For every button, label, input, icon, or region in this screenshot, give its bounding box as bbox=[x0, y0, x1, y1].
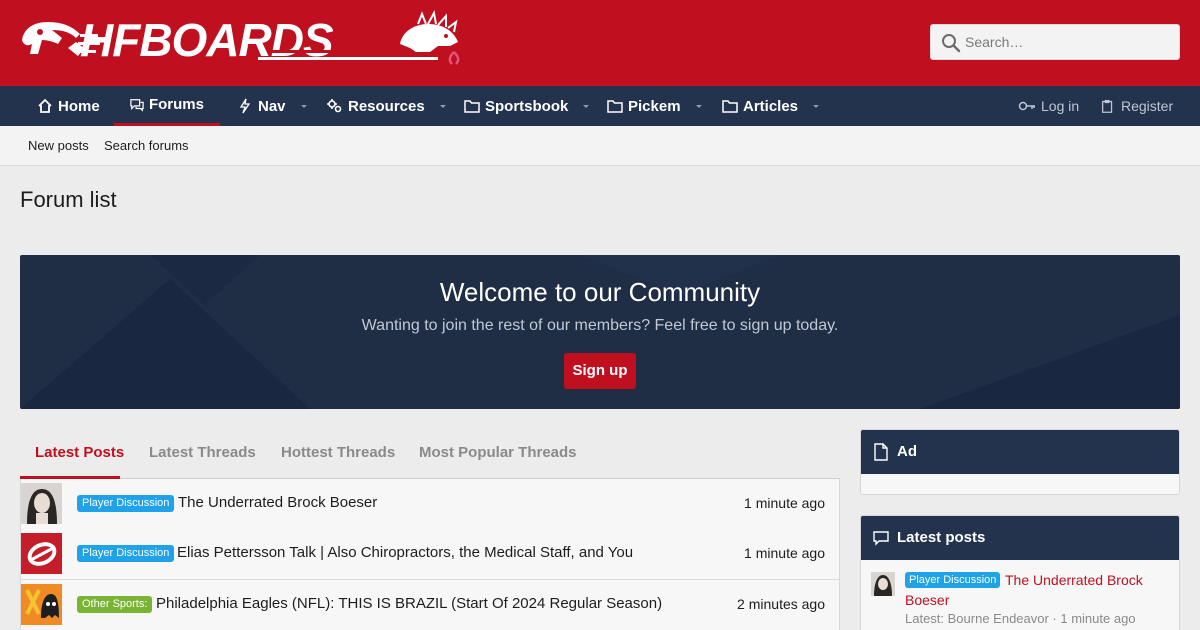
login-label: Log in bbox=[1041, 98, 1080, 114]
chevron-down-icon bbox=[695, 105, 702, 108]
list-item[interactable]: Player Discussion The Underrated Brock B… bbox=[21, 479, 839, 530]
nav-sportsbook[interactable]: Sportsbook bbox=[464, 86, 590, 126]
bolt-icon bbox=[239, 98, 251, 114]
register-label: Register bbox=[1121, 98, 1174, 114]
thread-title-link[interactable]: The Underrated Brock Boeser bbox=[178, 494, 377, 511]
nav-nav[interactable]: Nav bbox=[237, 86, 308, 126]
latest-posts-widget: Latest posts Player Discussion The Under… bbox=[860, 515, 1180, 630]
welcome-banner: Welcome to our Community Wanting to join… bbox=[20, 255, 1180, 409]
search-box[interactable] bbox=[930, 24, 1180, 60]
folder-icon bbox=[722, 100, 738, 113]
nav-resources-label: Resources bbox=[348, 97, 425, 115]
prefix-label[interactable]: Player Discussion bbox=[77, 545, 175, 562]
home-icon bbox=[38, 98, 52, 113]
ad-block-header: Ad bbox=[861, 430, 1179, 474]
welcome-title: Welcome to our Community bbox=[439, 277, 761, 307]
tab-latest-posts[interactable]: Latest Posts bbox=[35, 444, 124, 461]
chevron-down-icon bbox=[300, 105, 307, 108]
latest-post-meta: Latest: Bourne Endeavor · 1 minute ago bbox=[905, 611, 1136, 626]
thread-title-link[interactable]: The Underrated Brock Boeser bbox=[905, 570, 1165, 610]
tab-latest-threads[interactable]: Latest Threads bbox=[149, 444, 256, 461]
folder-icon bbox=[464, 100, 480, 113]
avatar[interactable] bbox=[21, 483, 62, 524]
post-time[interactable]: 1 minute ago bbox=[744, 495, 825, 511]
latest-posts-list: Player Discussion The Underrated Brock B… bbox=[20, 479, 840, 630]
thread-title-link[interactable]: Elias Pettersson Talk | Also Chiropracto… bbox=[177, 544, 633, 561]
post-tabs: Latest Posts Latest Threads Hottest Thre… bbox=[20, 430, 840, 479]
post-time[interactable]: 1 minute ago bbox=[744, 545, 825, 561]
chevron-down-icon bbox=[583, 105, 590, 108]
page-title: Forum list bbox=[20, 187, 117, 212]
nav-home-label: Home bbox=[58, 97, 100, 115]
list-item[interactable]: Other Sports: Philadelphia Eagles (NFL):… bbox=[21, 580, 839, 630]
tab-most-popular-threads[interactable]: Most Popular Threads bbox=[419, 444, 577, 461]
welcome-subtitle: Wanting to join the rest of our members?… bbox=[361, 317, 839, 334]
avatar[interactable] bbox=[21, 584, 62, 625]
tab-hottest-threads[interactable]: Hottest Threads bbox=[281, 444, 395, 461]
prefix-label[interactable]: Player Discussion bbox=[77, 495, 175, 512]
nav-resources[interactable]: Resources bbox=[327, 86, 447, 126]
comment-icon bbox=[873, 531, 889, 546]
nav-sportsbook-label: Sportsbook bbox=[485, 97, 569, 115]
comments-icon bbox=[130, 98, 144, 112]
nav-forums-label: Forums bbox=[148, 96, 204, 113]
nav-pickem-label: Pickem bbox=[628, 97, 681, 115]
sign-up-button[interactable]: Sign up bbox=[564, 353, 636, 389]
avatar[interactable] bbox=[871, 572, 895, 596]
login-link[interactable]: Log in bbox=[1018, 86, 1079, 126]
new-posts-link[interactable]: New posts bbox=[28, 138, 89, 153]
prefix-label[interactable]: Other Sports: bbox=[77, 596, 153, 613]
nav-pickem[interactable]: Pickem bbox=[607, 86, 703, 126]
post-time[interactable]: 2 minutes ago bbox=[737, 596, 825, 612]
nav-articles-label: Articles bbox=[743, 97, 799, 115]
avatar[interactable] bbox=[21, 533, 62, 574]
register-link[interactable]: Register bbox=[1100, 86, 1173, 126]
ad-block: Ad bbox=[860, 429, 1180, 495]
nav-articles[interactable]: Articles bbox=[722, 86, 820, 126]
cogs-icon bbox=[327, 99, 342, 113]
hfboards-logo[interactable]: HFBOARDS bbox=[18, 10, 463, 68]
site-header: HFBOARDS bbox=[0, 0, 1200, 86]
ad-block-title: Ad bbox=[897, 443, 917, 460]
chevron-down-icon bbox=[813, 105, 820, 108]
latest-posts-widget-title: Latest posts bbox=[897, 529, 986, 546]
sub-nav: New posts Search forums bbox=[0, 126, 1200, 166]
nav-nav-label: Nav bbox=[258, 97, 286, 115]
search-forums-link[interactable]: Search forums bbox=[104, 138, 189, 153]
main-nav: Home Forums Nav Resources Sportsbook Pic… bbox=[0, 86, 1200, 126]
search-icon bbox=[942, 34, 961, 53]
key-icon bbox=[1018, 101, 1035, 111]
thread-title-link[interactable]: Philadelphia Eagles (NFL): THIS IS BRAZI… bbox=[156, 595, 662, 612]
clipboard-icon bbox=[1102, 100, 1113, 113]
latest-posts-widget-header: Latest posts bbox=[861, 516, 1179, 560]
nav-forums[interactable]: Forums bbox=[114, 86, 220, 126]
document-icon bbox=[874, 443, 888, 461]
list-item[interactable]: Player Discussion Elias Pettersson Talk … bbox=[21, 529, 839, 580]
folder-icon bbox=[607, 100, 623, 113]
chevron-down-icon bbox=[439, 105, 446, 108]
search-input[interactable] bbox=[965, 25, 1175, 59]
nav-home[interactable]: Home bbox=[37, 86, 100, 126]
